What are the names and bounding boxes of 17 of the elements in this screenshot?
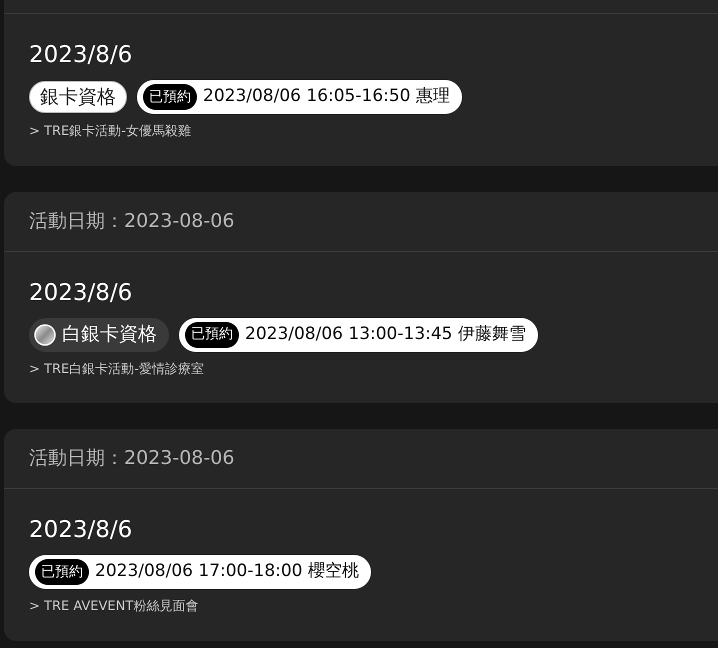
event-link[interactable]: > TRE白銀卡活動-愛情診療室 bbox=[29, 360, 718, 379]
reserved-tag: 已預約 bbox=[35, 559, 89, 585]
platinum-coin-icon bbox=[34, 324, 56, 346]
reserved-tag: 已預約 bbox=[143, 84, 197, 110]
reserved-tag: 已預約 bbox=[185, 322, 239, 348]
reservation-detail: 2023/08/06 13:00-13:45 伊藤舞雪 bbox=[245, 322, 526, 346]
reservation-detail: 2023/08/06 17:00-18:00 櫻空桃 bbox=[95, 560, 359, 584]
event-link[interactable]: > TRE AVEVENT粉絲見面會 bbox=[29, 597, 718, 616]
event-date: 2023/8/6 bbox=[29, 278, 134, 308]
reservation-detail: 2023/08/06 16:05-16:50 惠理 bbox=[203, 85, 450, 108]
event-date: 2023/8/6 bbox=[29, 41, 134, 70]
qualification-badge: 銀卡資格 bbox=[29, 81, 127, 113]
event-date-header: 活動日期：2023-08-06 bbox=[29, 208, 234, 234]
event-date-header: 活動日期：2023-08-06 bbox=[29, 446, 234, 472]
event-date: 2023/8/6 bbox=[29, 516, 134, 545]
qualification-badge: 白銀卡資格 bbox=[29, 318, 169, 352]
event-link[interactable]: > TRE銀卡活動-女優馬殺雞 bbox=[29, 122, 718, 142]
